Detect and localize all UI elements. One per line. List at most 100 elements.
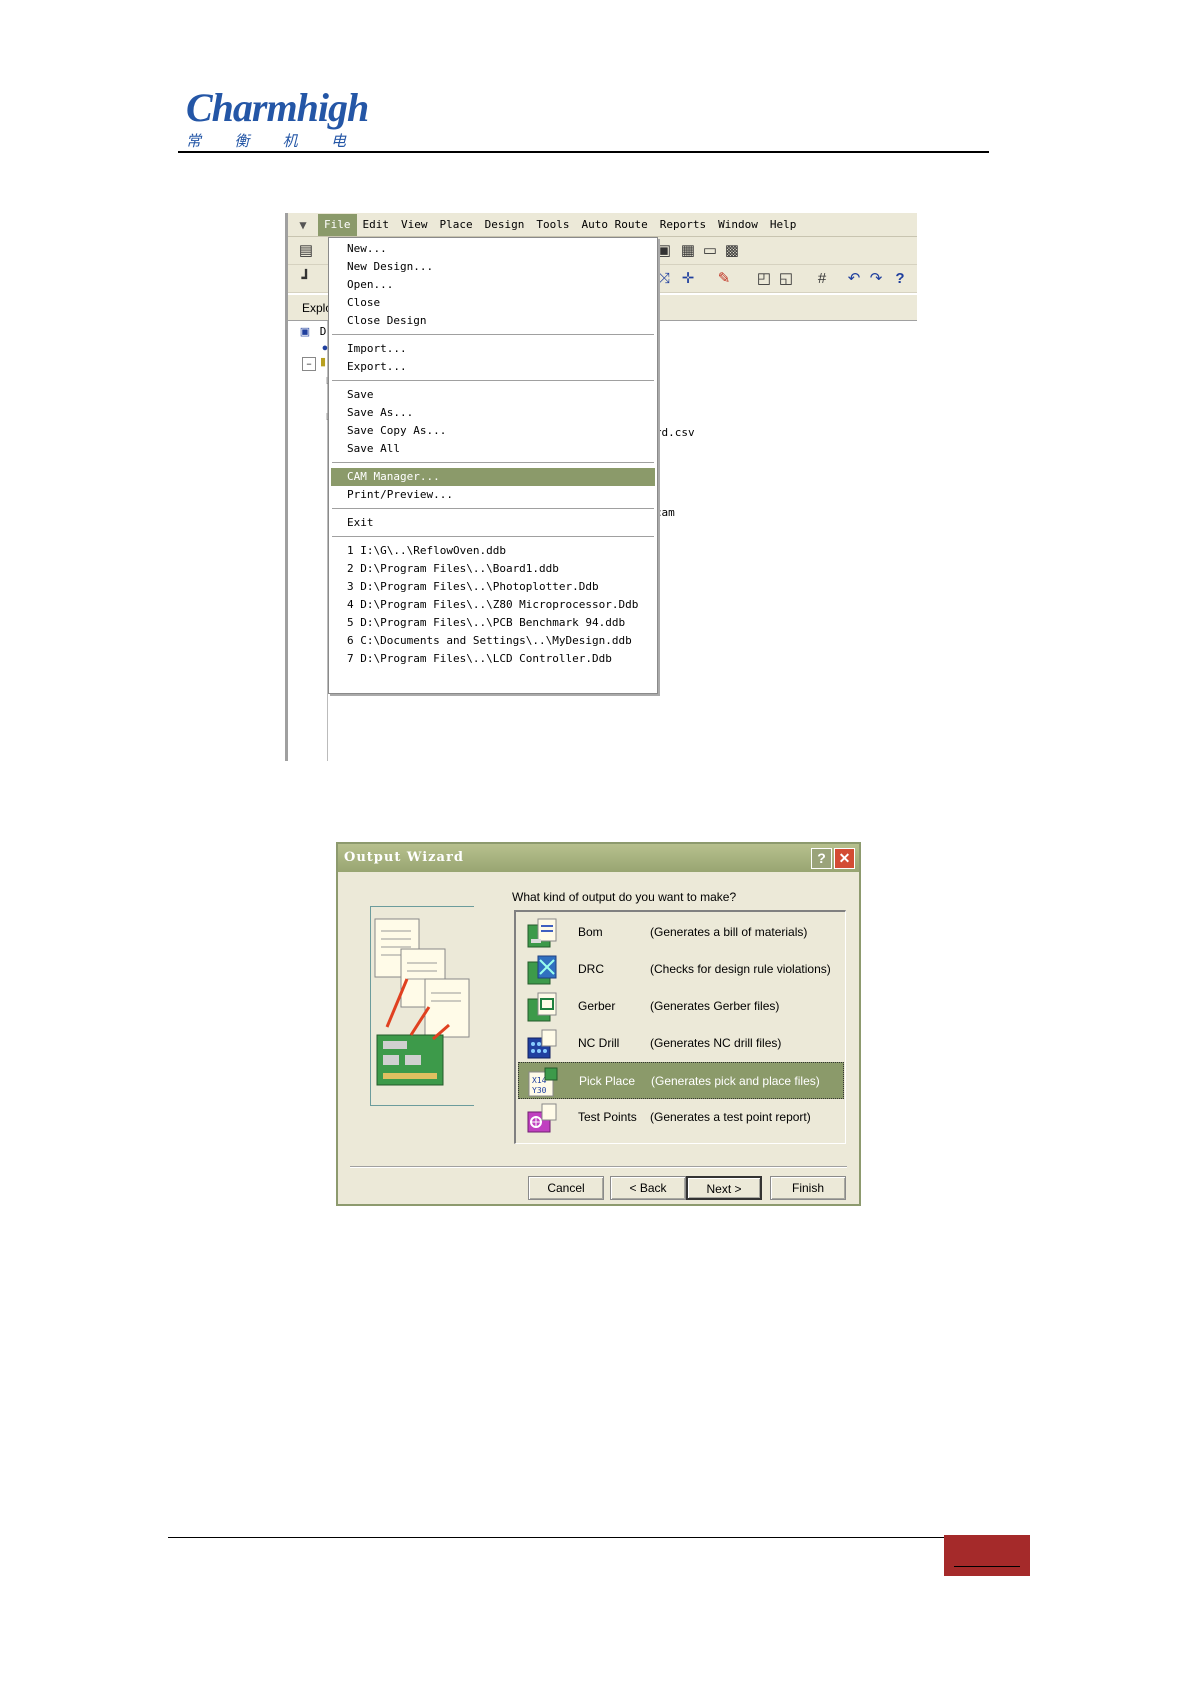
- menu-item-recent-file[interactable]: 7 D:\Program Files\..\LCD Controller.Ddb: [347, 650, 612, 668]
- help-button[interactable]: ?: [811, 848, 832, 869]
- option-name: DRC: [578, 962, 604, 976]
- hierarchy-icon[interactable]: ┛: [296, 269, 316, 289]
- menu-separator: [332, 334, 654, 336]
- logo-cn-char: 常: [186, 132, 202, 150]
- nc-drill-icon: [527, 1029, 557, 1059]
- menu-design[interactable]: Design: [479, 214, 531, 236]
- menu-item-import[interactable]: Import...: [347, 340, 407, 358]
- menu-item-new[interactable]: New...: [347, 240, 387, 258]
- menu-item-cam-manager[interactable]: CAM Manager...: [347, 468, 440, 486]
- back-button[interactable]: < Back: [610, 1176, 686, 1200]
- grid-icon[interactable]: #: [812, 269, 832, 289]
- redo-icon[interactable]: ↷: [866, 269, 886, 289]
- menu-separator: [332, 462, 654, 464]
- chip-icon[interactable]: ▦: [678, 241, 698, 261]
- collapse-icon[interactable]: −: [302, 357, 316, 371]
- menu-edit[interactable]: Edit: [357, 214, 396, 236]
- wizard-title: Output Wizard: [344, 850, 464, 865]
- menu-item-save-copy-as[interactable]: Save Copy As...: [347, 422, 446, 440]
- menu-item-close[interactable]: Close: [347, 294, 380, 312]
- protel-screenshot: ▼ File Edit View Place Design Tools Auto…: [285, 213, 917, 761]
- logo-cn-char: 衡: [234, 132, 250, 150]
- logo-chinese: 常 衡 机 电: [186, 130, 346, 151]
- align-icon[interactable]: ▤: [296, 241, 316, 261]
- close-button[interactable]: ✕: [834, 848, 855, 869]
- menu-item-print-preview[interactable]: Print/Preview...: [347, 486, 453, 504]
- wizard-divider: [350, 1166, 847, 1168]
- menu-separator: [332, 536, 654, 538]
- menu-item-recent-file[interactable]: 4 D:\Program Files\..\Z80 Microprocessor…: [347, 596, 638, 614]
- menu-view[interactable]: View: [395, 214, 434, 236]
- menu-item-new-design[interactable]: New Design...: [347, 258, 433, 276]
- library-browse-icon[interactable]: ◱: [776, 269, 796, 289]
- option-name: Bom: [578, 925, 603, 939]
- option-description: (Checks for design rule violations): [650, 962, 831, 976]
- menu-bar: ▼ File Edit View Place Design Tools Auto…: [288, 213, 917, 237]
- gerber-icon: [527, 992, 557, 1022]
- menu-separator: [332, 380, 654, 382]
- menu-item-save-as[interactable]: Save As...: [347, 404, 413, 422]
- menu-item-recent-file[interactable]: 1 I:\G\..\ReflowOven.ddb: [347, 542, 506, 560]
- test-points-icon: [527, 1103, 557, 1133]
- menu-item-exit[interactable]: Exit: [347, 514, 374, 532]
- menu-help[interactable]: Help: [764, 214, 803, 236]
- menu-item-recent-file[interactable]: 5 D:\Program Files\..\PCB Benchmark 94.d…: [347, 614, 625, 632]
- output-type-list: Bom (Generates a bill of materials) DRC …: [514, 910, 846, 1144]
- move-icon[interactable]: ✛: [678, 269, 698, 289]
- svg-text:X14: X14: [532, 1076, 547, 1085]
- menu-item-close-design[interactable]: Close Design: [347, 312, 426, 330]
- menu-item-save[interactable]: Save: [347, 386, 374, 404]
- option-description: (Generates a test point report): [650, 1110, 811, 1124]
- output-option-bom[interactable]: Bom (Generates a bill of materials): [518, 914, 844, 951]
- menu-item-export[interactable]: Export...: [347, 358, 407, 376]
- menu-item-save-all[interactable]: Save All: [347, 440, 400, 458]
- option-description: (Generates pick and place files): [651, 1074, 820, 1088]
- menu-tools[interactable]: Tools: [530, 214, 575, 236]
- option-name: Pick Place: [579, 1074, 636, 1088]
- cancel-button[interactable]: Cancel: [528, 1176, 604, 1200]
- footer-rule: [168, 1537, 944, 1538]
- menu-place[interactable]: Place: [434, 214, 479, 236]
- design-db-icon[interactable]: ▣: [298, 325, 312, 339]
- bom-icon: [527, 918, 557, 948]
- output-option-drc[interactable]: DRC (Checks for design rule violations): [518, 951, 844, 988]
- svg-text:Y30: Y30: [532, 1086, 547, 1095]
- output-option-test-points[interactable]: Test Points (Generates a test point repo…: [518, 1099, 844, 1136]
- explorer-tree: ▣ D ● − ▮ └ └: [288, 321, 331, 761]
- logo-cn-char: 机: [282, 132, 298, 150]
- next-button[interactable]: Next >: [686, 1176, 762, 1200]
- option-description: (Generates NC drill files): [650, 1036, 782, 1050]
- menu-item-recent-file[interactable]: 2 D:\Program Files\..\Board1.ddb: [347, 560, 559, 578]
- menu-grip-icon[interactable]: ▼: [288, 213, 318, 237]
- menu-item-recent-file[interactable]: 3 D:\Program Files\..\Photoplotter.Ddb: [347, 578, 599, 596]
- wizard-question: What kind of output do you want to make?: [512, 890, 737, 904]
- help-icon[interactable]: ?: [890, 269, 910, 289]
- option-name: Gerber: [578, 999, 616, 1013]
- file-menu-dropdown: New... New Design... Open... Close Close…: [328, 237, 658, 694]
- footer-page-box: [944, 1535, 1030, 1576]
- component-icon[interactable]: ▩: [722, 241, 742, 261]
- undo-icon[interactable]: ↶: [844, 269, 864, 289]
- menu-window[interactable]: Window: [712, 214, 764, 236]
- option-name: Test Points: [578, 1110, 637, 1124]
- wizard-illustration: [370, 906, 474, 1106]
- option-description: (Generates a bill of materials): [650, 925, 808, 939]
- finish-button[interactable]: Finish: [770, 1176, 846, 1200]
- menu-item-recent-file[interactable]: 6 C:\Documents and Settings\..\MyDesign.…: [347, 632, 632, 650]
- menu-auto-route[interactable]: Auto Route: [576, 214, 654, 236]
- option-description: (Generates Gerber files): [650, 999, 780, 1013]
- wizard-title-bar[interactable]: Output Wizard ? ✕: [338, 844, 859, 872]
- output-option-nc-drill[interactable]: NC Drill (Generates NC drill files): [518, 1025, 844, 1062]
- pick-place-icon: X14Y30: [528, 1067, 558, 1097]
- menu-file[interactable]: File: [318, 213, 357, 236]
- logo-cn-char: 电: [330, 132, 346, 150]
- output-option-pick-place[interactable]: X14 Y30 Pick Place (Generates pick and pl…: [518, 1062, 844, 1099]
- menu-item-open[interactable]: Open...: [347, 276, 393, 294]
- menu-reports[interactable]: Reports: [654, 214, 712, 236]
- pencil-icon[interactable]: ✎: [714, 269, 734, 289]
- layer-stack-icon[interactable]: ▭: [700, 241, 720, 261]
- option-name: NC Drill: [578, 1036, 620, 1050]
- output-option-gerber[interactable]: Gerber (Generates Gerber files): [518, 988, 844, 1025]
- library-icon[interactable]: ◰: [754, 269, 774, 289]
- documents-board-icon: [374, 918, 470, 1086]
